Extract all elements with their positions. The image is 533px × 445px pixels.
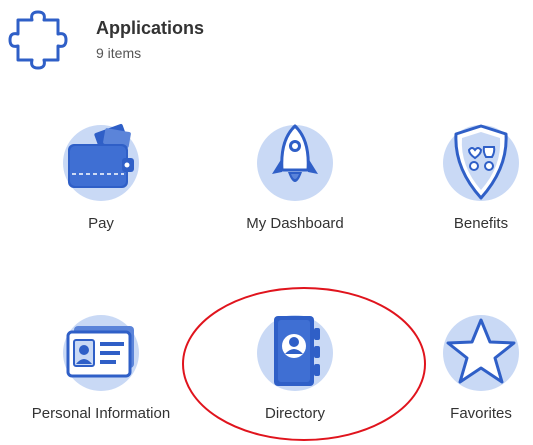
address-book-icon (257, 315, 333, 391)
app-tile-directory[interactable]: Directory (220, 308, 370, 438)
item-count: 9 items (96, 45, 142, 61)
id-card-icon (63, 315, 139, 391)
app-label-my-dashboard: My Dashboard (246, 215, 344, 232)
puzzle-icon (8, 10, 68, 70)
app-label-benefits: Benefits (453, 215, 509, 232)
shield-icon (443, 124, 519, 201)
app-tile-favorites[interactable]: Favorites (406, 308, 533, 438)
app-tile-personal-information[interactable]: Personal Information (26, 308, 176, 438)
app-tile-benefits[interactable]: Benefits (406, 118, 533, 248)
app-label-pay: Pay (88, 215, 114, 232)
wallet-icon (63, 123, 139, 201)
rocket-icon (257, 124, 333, 201)
app-label-favorites: Favorites (450, 405, 512, 422)
star-icon (443, 315, 519, 391)
app-label-directory: Directory (264, 405, 325, 422)
app-tile-pay[interactable]: Pay (26, 118, 176, 248)
page-title: Applications (96, 18, 205, 38)
app-label-personal-information: Personal Information (31, 405, 171, 422)
app-tile-my-dashboard[interactable]: My Dashboard (220, 118, 370, 248)
